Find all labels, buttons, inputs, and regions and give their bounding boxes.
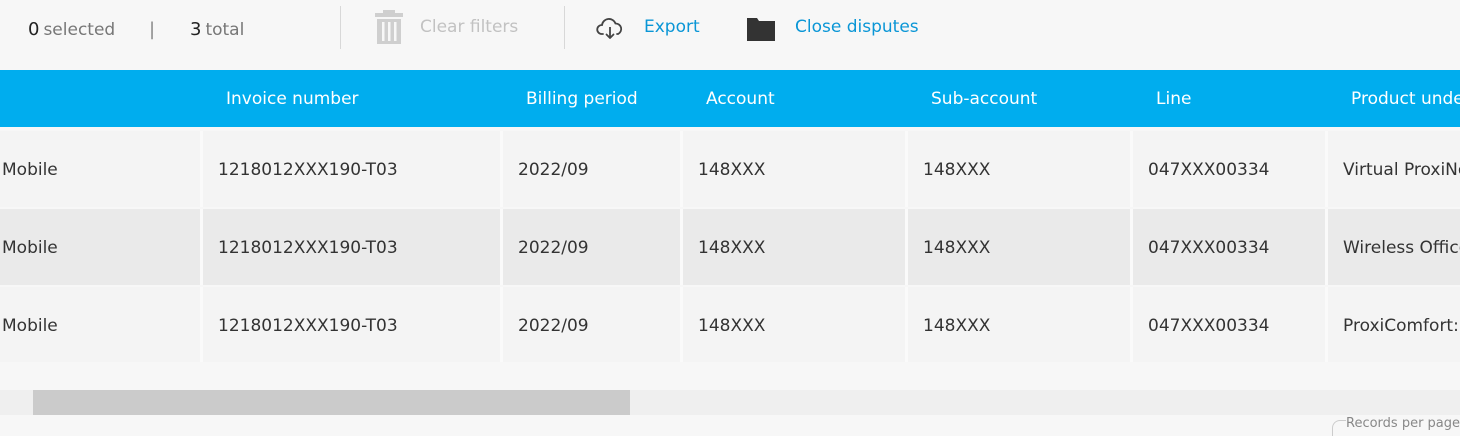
- cell-line: 047XXX00334: [1132, 287, 1328, 362]
- toolbar-divider-2: [564, 6, 565, 49]
- total-count-label: total: [205, 20, 245, 40]
- total-count-value: 3: [190, 19, 202, 40]
- column-header-invoice-number[interactable]: Invoice number: [226, 70, 359, 127]
- column-header-account[interactable]: Account: [706, 70, 775, 127]
- records-per-page-label: Records per page: [1346, 416, 1460, 431]
- records-per-page-frame: [1332, 420, 1346, 436]
- column-header-billing-period[interactable]: Billing period: [526, 70, 638, 127]
- cell-invoice-number: 1218012XXX190-T03: [202, 131, 503, 207]
- selected-count-value: 0: [28, 19, 40, 40]
- table-row[interactable]: Mobile 1218012XXX190-T03 2022/09 148XXX …: [0, 131, 1460, 207]
- cell-account: 148XXX: [682, 287, 908, 362]
- selected-count-label: selected: [43, 20, 116, 40]
- cell-sub-account: 148XXX: [907, 209, 1133, 285]
- cell-line: 047XXX00334: [1132, 131, 1328, 207]
- cell-billing-period: 2022/09: [502, 131, 683, 207]
- count-separator: |: [149, 19, 156, 40]
- total-count: 3 total: [190, 19, 244, 40]
- data-grid: Invoice number Billing period Account Su…: [0, 70, 1460, 362]
- column-header-product[interactable]: Product unde: [1351, 70, 1460, 127]
- cell-billing-period: 2022/09: [502, 287, 683, 362]
- cell-account: 148XXX: [682, 131, 908, 207]
- cell-product: ProxiComfort:: [1343, 316, 1459, 336]
- cell-line: 047XXX00334: [1132, 209, 1328, 285]
- grid-toolbar: 0 selected | 3 total Clear filters Export …: [0, 0, 1460, 70]
- table-row[interactable]: Mobile 1218012XXX190-T03 2022/09 148XXX …: [0, 209, 1460, 285]
- cell-product: Virtual ProxiNe: [1343, 160, 1460, 180]
- column-header-type[interactable]: [0, 70, 200, 127]
- trash-icon: [374, 9, 404, 49]
- cloud-download-icon[interactable]: [596, 17, 624, 45]
- cell-sub-account: 148XXX: [907, 131, 1133, 207]
- column-header-line[interactable]: Line: [1156, 70, 1191, 127]
- cell-type: Mobile: [0, 287, 203, 362]
- scrollbar-thumb[interactable]: [33, 390, 630, 415]
- cell-billing-period: 2022/09: [502, 209, 683, 285]
- close-disputes-button[interactable]: Close disputes: [795, 17, 919, 37]
- horizontal-scrollbar[interactable]: [0, 390, 1460, 415]
- selected-count: 0 selected: [28, 19, 115, 40]
- cell-account: 148XXX: [682, 209, 908, 285]
- column-header-sub-account[interactable]: Sub-account: [931, 70, 1037, 127]
- cell-type: Mobile: [0, 209, 203, 285]
- clear-filters-button[interactable]: Clear filters: [420, 17, 518, 37]
- toolbar-divider: [340, 6, 341, 49]
- cell-type: Mobile: [0, 131, 203, 207]
- cell-product: Wireless Office: [1343, 238, 1460, 258]
- grid-header: Invoice number Billing period Account Su…: [0, 70, 1460, 127]
- export-button[interactable]: Export: [644, 17, 700, 37]
- cell-invoice-number: 1218012XXX190-T03: [202, 287, 503, 362]
- cell-sub-account: 148XXX: [907, 287, 1133, 362]
- table-row[interactable]: Mobile 1218012XXX190-T03 2022/09 148XXX …: [0, 287, 1460, 362]
- cell-invoice-number: 1218012XXX190-T03: [202, 209, 503, 285]
- folder-icon[interactable]: [746, 16, 776, 46]
